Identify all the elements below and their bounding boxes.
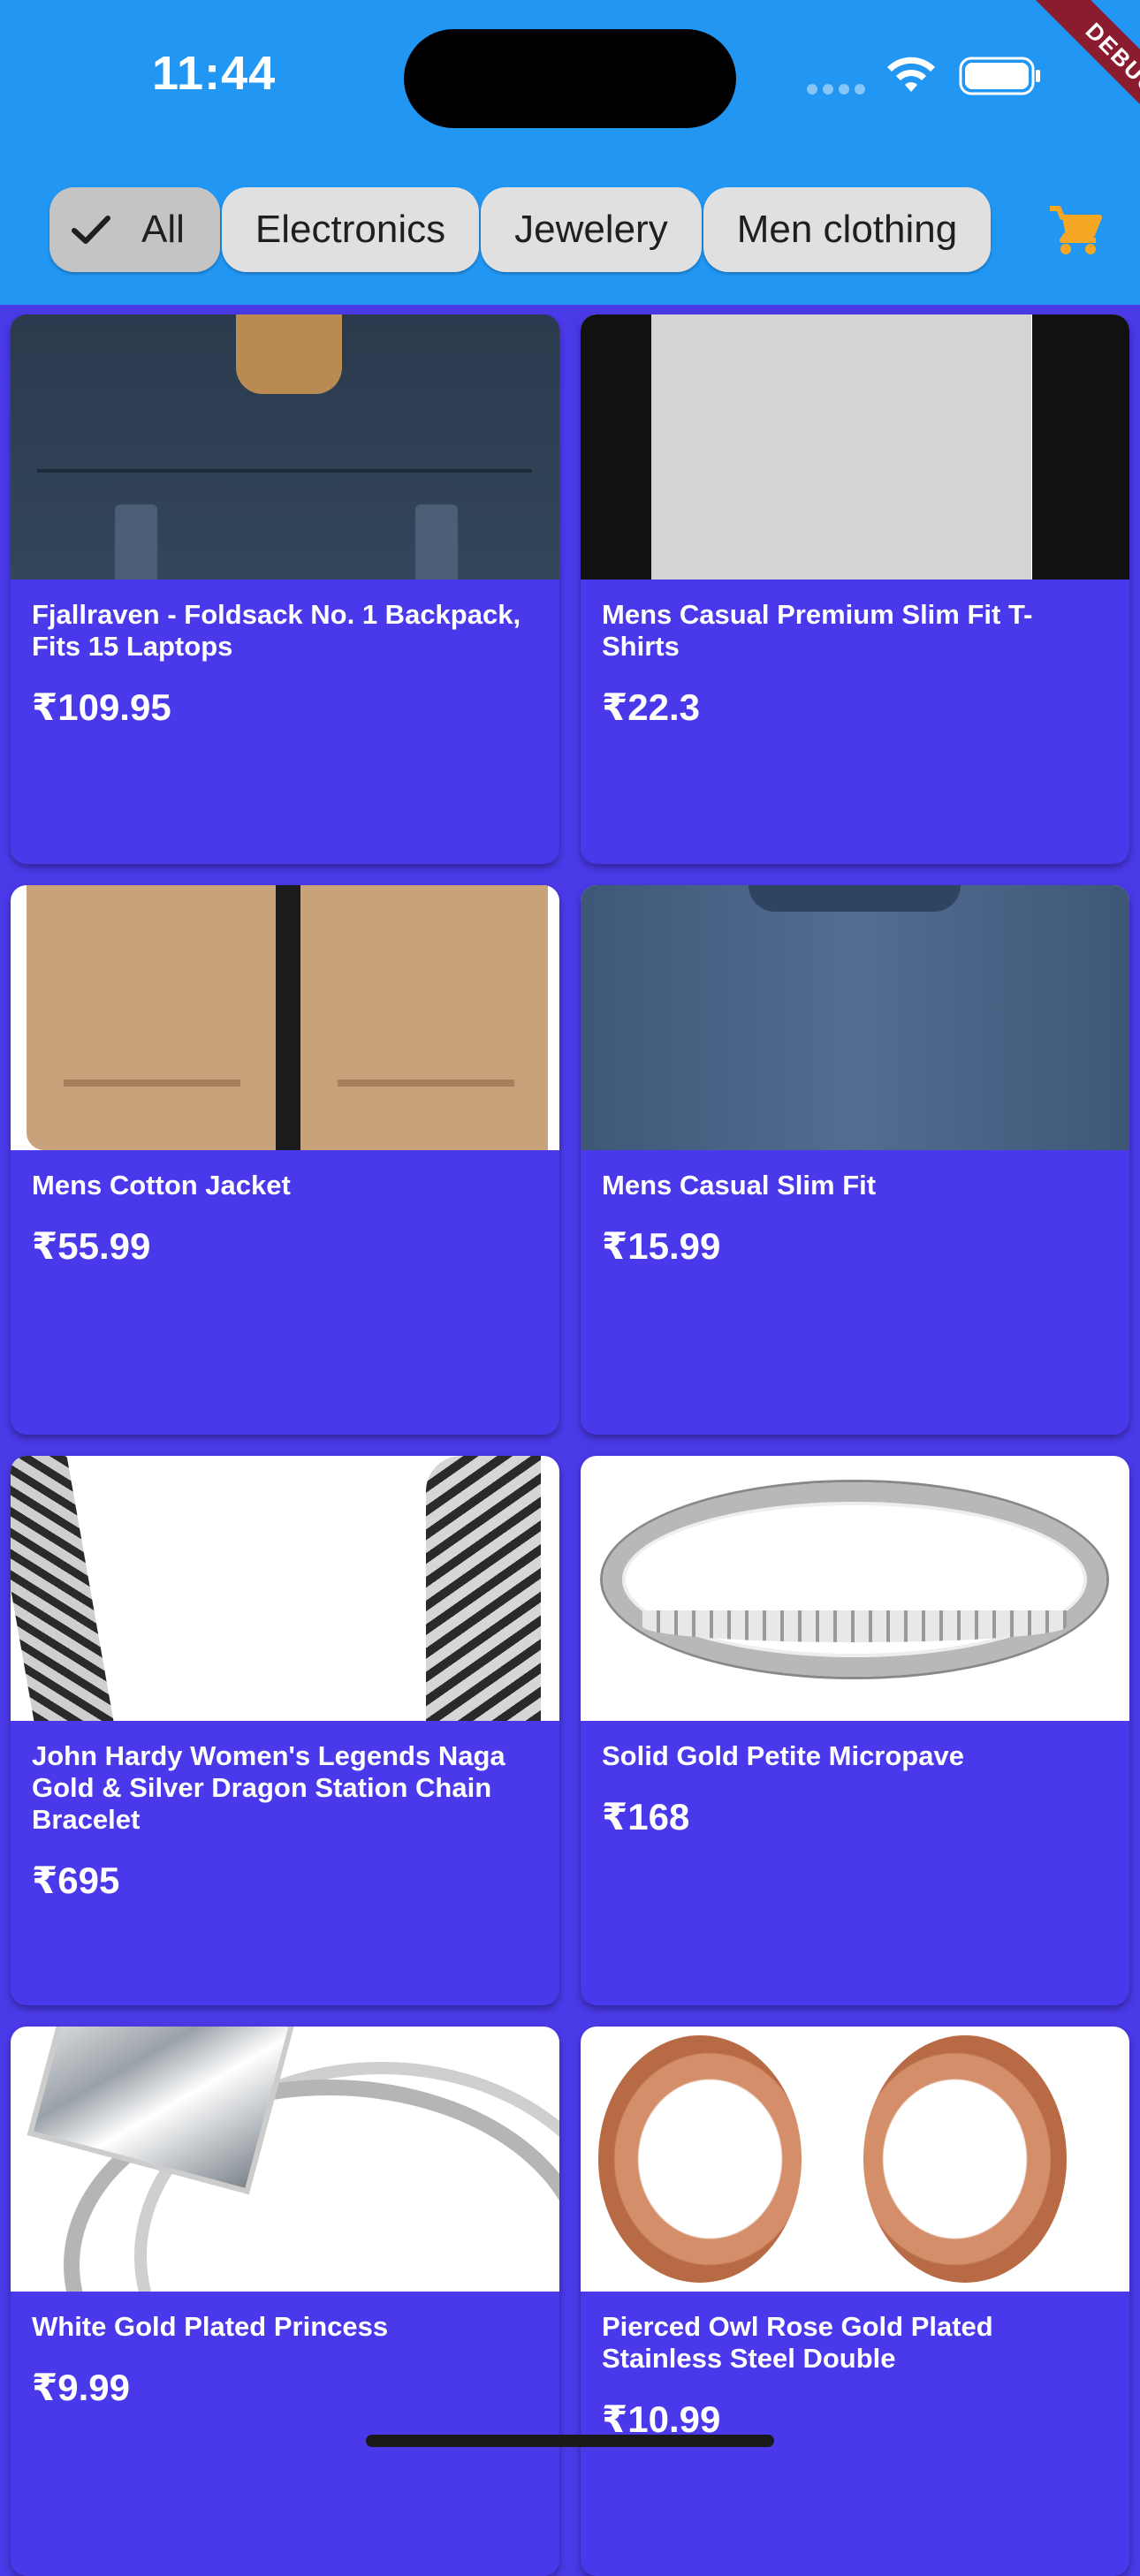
dynamic-island — [404, 29, 736, 128]
product-card[interactable]: Mens Casual Premium Slim Fit T-Shirts ₹2… — [581, 314, 1129, 864]
shopping-cart-icon[interactable] — [1048, 205, 1103, 256]
product-image — [11, 885, 559, 1150]
product-card[interactable]: John Hardy Women's Legends Naga Gold & S… — [11, 1456, 559, 2005]
status-time: 11:44 — [152, 47, 277, 100]
product-image — [11, 314, 559, 580]
product-price: ₹168 — [602, 1796, 690, 1837]
chip-all[interactable]: All — [49, 187, 220, 272]
product-price: ₹9.99 — [32, 2367, 130, 2408]
product-image — [581, 885, 1129, 1150]
chip-jewelery[interactable]: Jewelery — [481, 187, 702, 272]
product-title: White Gold Plated Princess — [32, 2311, 389, 2342]
chip-electronics[interactable]: Electronics — [221, 187, 480, 272]
product-title: Mens Casual Slim Fit — [602, 1170, 877, 1201]
product-title: Pierced Owl Rose Gold Plated Stainless S… — [602, 2311, 993, 2374]
product-title: Fjallraven - Foldsack No. 1 Backpack, Fi… — [32, 599, 521, 662]
product-image — [11, 2027, 559, 2292]
check-icon — [72, 216, 110, 244]
product-card[interactable]: Pierced Owl Rose Gold Plated Stainless S… — [581, 2027, 1129, 2576]
product-grid: Fjallraven - Foldsack No. 1 Backpack, Fi… — [11, 314, 1129, 2576]
product-image — [581, 1456, 1129, 1721]
category-filter-chips: All Electronics Jewelery Men clothing — [49, 187, 992, 272]
product-card[interactable]: Mens Cotton Jacket ₹55.99 — [11, 885, 559, 1435]
chip-label: All — [141, 208, 185, 251]
product-title: Mens Cotton Jacket — [32, 1170, 291, 1201]
chip-label: Men clothing — [736, 208, 958, 251]
app-header: 11:44 DEBUG All Electronics Jewelery Men… — [0, 0, 1140, 305]
home-indicator[interactable] — [366, 2435, 774, 2447]
chip-men-clothing[interactable]: Men clothing — [703, 187, 992, 272]
product-price: ₹22.3 — [602, 686, 700, 728]
product-card[interactable]: White Gold Plated Princess ₹9.99 — [11, 2027, 559, 2576]
product-title: Solid Gold Petite Micropave — [602, 1740, 964, 1771]
wifi-icon — [887, 57, 935, 92]
product-image — [581, 2027, 1129, 2292]
product-card[interactable]: Mens Casual Slim Fit ₹15.99 — [581, 885, 1129, 1435]
chip-label: Jewelery — [514, 208, 668, 251]
product-image — [11, 1456, 559, 1721]
product-image — [581, 314, 1129, 580]
product-price: ₹15.99 — [602, 1225, 721, 1267]
chip-label: Electronics — [255, 208, 446, 251]
product-card[interactable]: Fjallraven - Foldsack No. 1 Backpack, Fi… — [11, 314, 559, 864]
product-card[interactable]: Solid Gold Petite Micropave ₹168 — [581, 1456, 1129, 2005]
product-price: ₹695 — [32, 1860, 120, 1901]
battery-icon — [959, 57, 1040, 95]
product-title: John Hardy Women's Legends Naga Gold & S… — [32, 1740, 505, 1835]
cellular-signal-icon — [807, 83, 870, 99]
product-price: ₹109.95 — [32, 686, 171, 728]
product-title: Mens Casual Premium Slim Fit T-Shirts — [602, 599, 1033, 662]
product-price: ₹55.99 — [32, 1225, 151, 1267]
